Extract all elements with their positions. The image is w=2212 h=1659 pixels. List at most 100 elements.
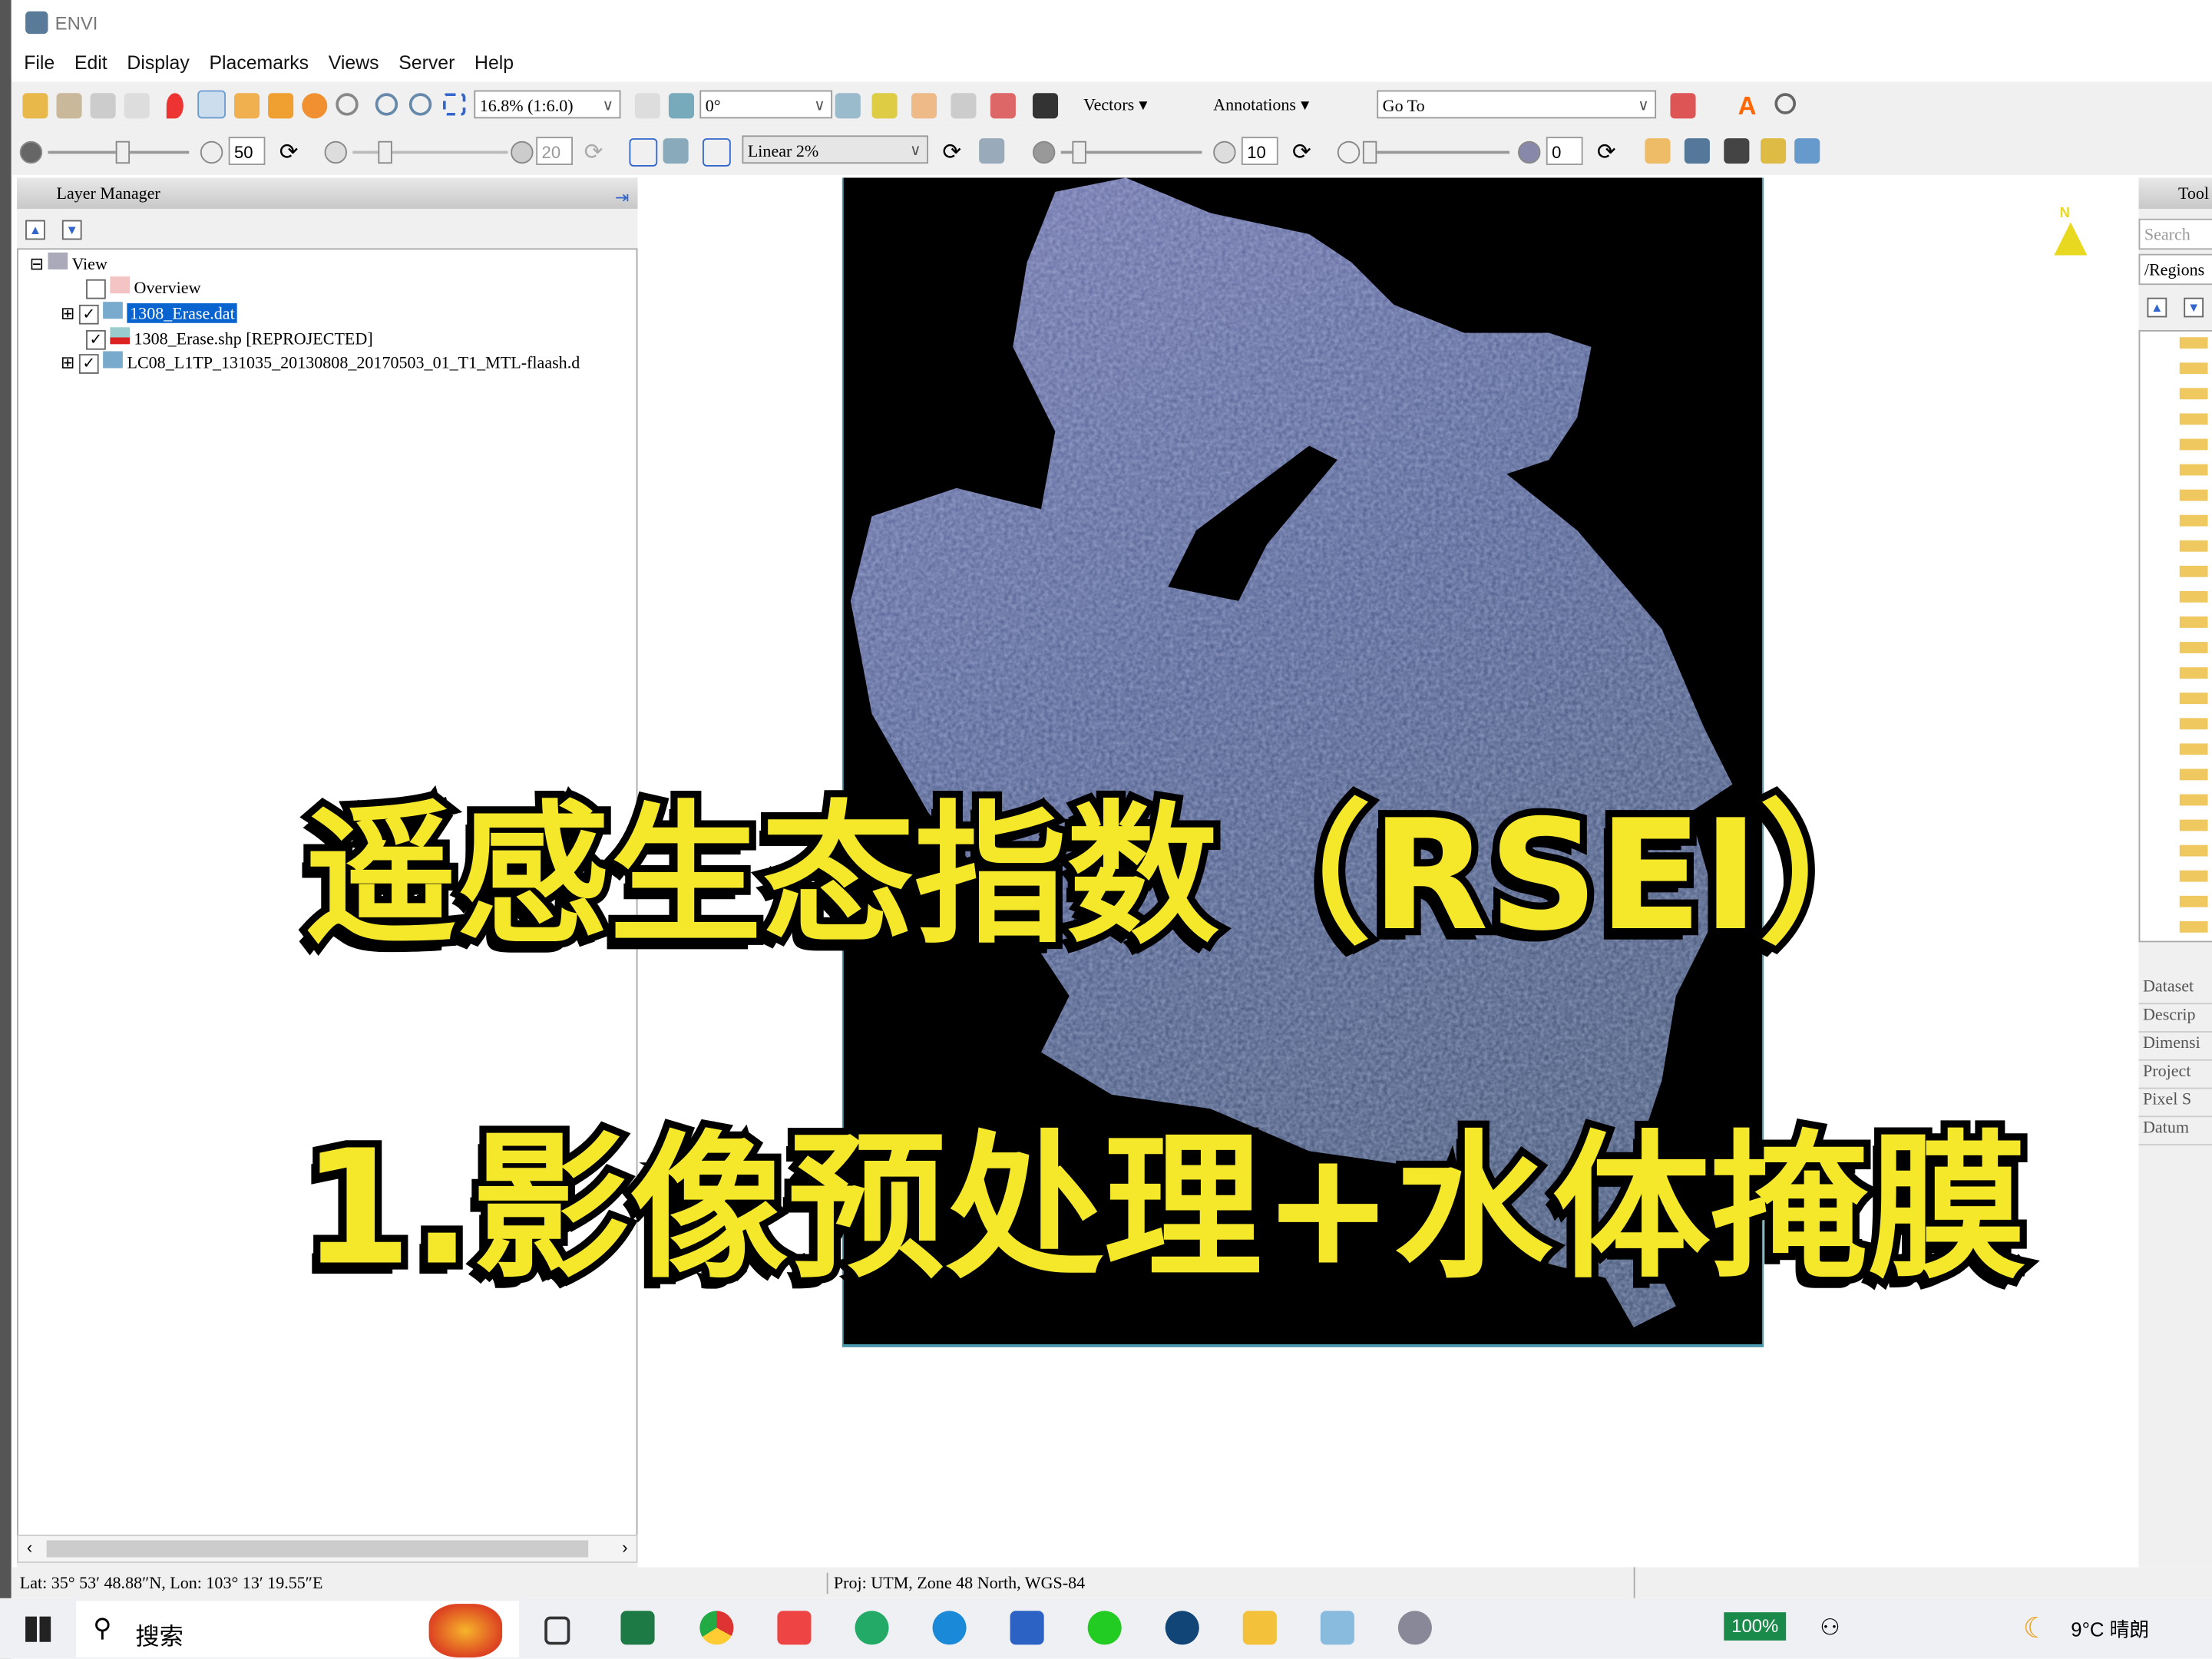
contrast-field[interactable]: 20 — [536, 137, 573, 165]
scroll-right-icon[interactable]: › — [622, 1538, 627, 1558]
scroll-left-icon[interactable]: ‹ — [27, 1538, 32, 1558]
contrast-slider[interactable] — [352, 150, 508, 154]
swipe-icon[interactable] — [1794, 138, 1820, 164]
crosshair-icon[interactable] — [951, 93, 977, 119]
annotations-menu[interactable]: Annotations ▾ — [1213, 94, 1309, 116]
open-icon[interactable] — [22, 93, 48, 119]
select-arrow-icon[interactable] — [197, 90, 226, 119]
transparency-slider-handle[interactable] — [1362, 140, 1377, 164]
layer-item[interactable]: ✓ 1308_Erase.shp [REPROJECTED] — [86, 327, 373, 351]
rotate-icon[interactable] — [302, 93, 328, 119]
roi-icon[interactable] — [990, 93, 1016, 119]
goto-combo[interactable]: Go To ∨ — [1377, 90, 1657, 119]
excel-icon[interactable] — [620, 1611, 655, 1645]
menu-file[interactable]: File — [24, 51, 55, 73]
wechat-icon[interactable] — [1087, 1611, 1122, 1645]
vectors-menu[interactable]: Vectors ▾ — [1083, 94, 1147, 116]
windows-start-icon[interactable] — [25, 1616, 51, 1642]
profile-icon[interactable] — [911, 93, 937, 119]
rotate-up-icon[interactable] — [634, 93, 660, 119]
collapse-icon[interactable]: ⊟ — [30, 254, 44, 274]
contour-icon[interactable] — [871, 93, 898, 119]
checkbox[interactable] — [86, 279, 106, 299]
move-up-button[interactable]: ▲ — [2147, 297, 2167, 318]
sharpen-field[interactable]: 10 — [1241, 137, 1278, 165]
transparency-slider[interactable] — [1362, 150, 1510, 154]
expand-icon[interactable]: ⊞ — [61, 352, 74, 372]
menu-edit[interactable]: Edit — [74, 51, 107, 73]
layer-item[interactable]: Overview — [86, 276, 201, 300]
portal-icon[interactable] — [1724, 138, 1750, 164]
search-app-icon[interactable] — [1165, 1611, 1199, 1645]
zoom-extent-icon[interactable] — [442, 93, 466, 116]
chrome-icon[interactable] — [699, 1611, 734, 1645]
histogram-icon[interactable] — [979, 138, 1005, 164]
toolbox-search[interactable]: Search — [2138, 218, 2212, 250]
scrollbar-thumb[interactable] — [46, 1540, 589, 1558]
contrast-slider-handle[interactable] — [378, 140, 392, 164]
dock-icon[interactable]: ⇥ — [615, 182, 629, 213]
pan-arrows-icon[interactable] — [124, 93, 150, 119]
link-icon[interactable] — [1670, 93, 1696, 119]
reset-icon[interactable]: ⟳ — [1292, 138, 1311, 167]
expand-icon[interactable]: ⊞ — [61, 303, 74, 323]
reset-icon[interactable]: ⟳ — [279, 138, 299, 167]
people-icon[interactable]: ⚇ — [1820, 1614, 1840, 1642]
window-edge — [0, 0, 12, 1659]
envi-icon[interactable] — [1397, 1611, 1432, 1645]
brightness-field[interactable]: 50 — [228, 137, 266, 165]
reset-icon[interactable]: ⟳ — [942, 138, 961, 167]
stretch-combo[interactable]: Linear 2% ∨ — [742, 135, 929, 164]
zoom-fixed-icon[interactable] — [336, 93, 359, 116]
reset-icon[interactable]: ⟳ — [584, 138, 603, 167]
stretch-full-icon[interactable] — [703, 138, 731, 167]
north-up-icon[interactable] — [668, 93, 695, 119]
pixel-value-icon[interactable] — [1032, 93, 1059, 119]
stretch-view-icon[interactable] — [629, 138, 658, 167]
vector-tool-icon[interactable] — [835, 93, 861, 119]
display-icon[interactable] — [90, 93, 116, 119]
word-icon[interactable] — [1010, 1611, 1044, 1645]
menu-display[interactable]: Display — [127, 51, 189, 73]
file-explorer-icon[interactable] — [1242, 1611, 1277, 1645]
rotation-combo[interactable]: 0° ∨ — [699, 90, 833, 119]
clipboard-icon[interactable] — [56, 93, 82, 119]
hand-icon[interactable] — [234, 93, 260, 119]
placemark-icon[interactable] — [166, 93, 184, 119]
horizontal-scrollbar[interactable]: ‹ › — [17, 1535, 638, 1563]
chip-icon[interactable] — [1684, 138, 1710, 164]
menu-views[interactable]: Views — [329, 51, 379, 73]
checkbox[interactable]: ✓ — [79, 305, 99, 326]
prop-dataset: Dataset — [2138, 976, 2212, 1005]
move-down-button[interactable]: ▼ — [61, 220, 82, 240]
transparency-field[interactable]: 0 — [1546, 137, 1583, 165]
menu-server[interactable]: Server — [398, 51, 455, 73]
edge-icon[interactable] — [932, 1611, 967, 1645]
layer-item[interactable]: ⊞ ✓ LC08_L1TP_131035_20130808_20170503_0… — [61, 351, 580, 375]
menu-placemarks[interactable]: Placemarks — [209, 51, 309, 73]
move-down-button[interactable]: ▼ — [2184, 297, 2204, 318]
tree-node-view[interactable]: ⊟ View — [30, 252, 107, 276]
fly-icon[interactable] — [268, 93, 294, 119]
checkbox[interactable]: ✓ — [79, 354, 99, 375]
app-icon[interactable] — [855, 1611, 889, 1645]
wps-pdf-icon[interactable] — [777, 1611, 812, 1645]
annotation-a-icon[interactable]: A — [1738, 93, 1764, 118]
move-up-button[interactable]: ▲ — [25, 220, 45, 240]
zoom-out-icon[interactable] — [408, 93, 432, 116]
reset-icon[interactable]: ⟳ — [1597, 138, 1616, 167]
zoom-in-icon[interactable] — [375, 93, 398, 116]
sharpen-slider-handle[interactable] — [1072, 140, 1086, 164]
blend-icon[interactable] — [1761, 138, 1787, 164]
zoom-combo[interactable]: 16.8% (1:6.0) ∨ — [474, 90, 621, 119]
search-icon[interactable] — [1774, 93, 1797, 114]
task-view-icon[interactable] — [544, 1616, 570, 1645]
measure-icon[interactable] — [1645, 138, 1671, 164]
taskbar-search[interactable]: ⚲ 搜索 — [76, 1601, 520, 1657]
app-icon[interactable] — [1320, 1611, 1354, 1645]
stretch-zoom-icon[interactable] — [663, 138, 689, 164]
checkbox[interactable]: ✓ — [86, 330, 106, 351]
menu-help[interactable]: Help — [474, 51, 514, 73]
brightness-slider-handle[interactable] — [115, 140, 131, 164]
layer-item[interactable]: ⊞ ✓ 1308_Erase.dat — [61, 302, 238, 326]
